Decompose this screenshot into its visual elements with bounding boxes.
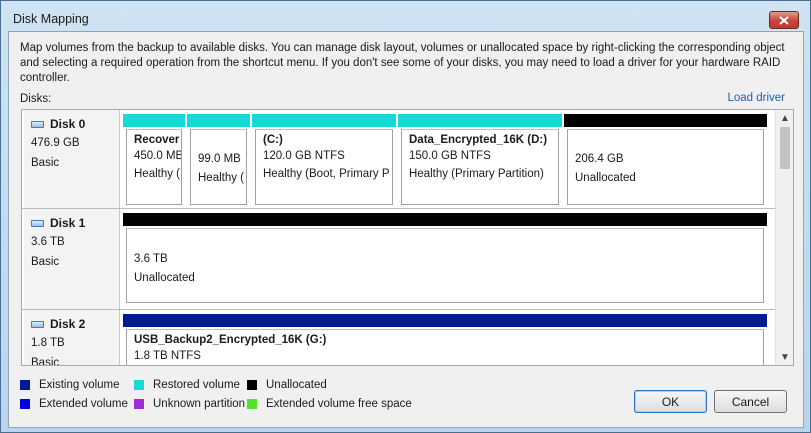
partition-label: Recover [134, 134, 180, 146]
disks-label: Disks: [20, 93, 52, 105]
legend-swatch [134, 380, 144, 390]
disk-mapping-dialog: Disk Mapping Map volumes from the backup… [0, 0, 811, 433]
partition-color-bar [398, 114, 562, 127]
disk-type: Basic [31, 157, 60, 169]
disk-info[interactable]: Disk 0 476.9 GB Basic [24, 110, 120, 208]
partition-size: 150.0 GB NTFS [409, 150, 491, 162]
disk-icon [31, 219, 44, 227]
disk-info[interactable]: Disk 1 3.6 TB Basic [24, 209, 120, 309]
partition-color-bar [123, 314, 767, 327]
title-bar[interactable]: Disk Mapping [1, 1, 810, 31]
legend-swatch [134, 399, 144, 409]
legend-label: Existing volume [39, 379, 120, 391]
close-icon [779, 15, 789, 25]
legend-label: Extended volume [39, 398, 128, 410]
close-button[interactable] [769, 11, 799, 29]
disk-name: Disk 2 [50, 317, 86, 331]
disk-name: Disk 1 [50, 216, 86, 230]
partition-size: 99.0 MB [198, 153, 241, 165]
disk-size: 3.6 TB [31, 236, 65, 248]
scroll-thumb[interactable] [780, 127, 790, 169]
legend-item: Extended volume free space [247, 398, 412, 410]
partition-color-bar [187, 114, 250, 127]
partition-status: Unallocated [575, 172, 636, 184]
load-driver-link[interactable]: Load driver [727, 92, 785, 104]
partition-label: Data_Encrypted_16K (D:) [409, 134, 548, 146]
partition-size: 450.0 MB [134, 150, 182, 162]
partition-label: USB_Backup2_Encrypted_16K (G:) [134, 334, 327, 346]
disk-size: 476.9 GB [31, 137, 80, 149]
legend-item: Existing volume [20, 379, 120, 391]
disk-row-1[interactable]: Disk 1 3.6 TB Basic 3.6 TB Unallocated [22, 209, 775, 309]
legend-item: Unknown partition [134, 398, 245, 410]
partition-status: Healthy ( [198, 172, 245, 184]
partition-c[interactable]: (C:) 120.0 GB NTFS Healthy (Boot, Primary … [252, 114, 396, 208]
partition-system[interactable]: 99.0 MB Healthy ( [187, 114, 250, 208]
partition-status: Healthy (Boot, Primary P [263, 168, 390, 180]
partition-recovery[interactable]: Recover 450.0 MB Healthy ( [123, 114, 185, 208]
partition-status: Unallocated [134, 272, 195, 284]
disk-type: Basic [31, 357, 60, 366]
window-title: Disk Mapping [13, 12, 89, 26]
legend-label: Extended volume free space [266, 398, 412, 410]
legend-swatch [20, 399, 30, 409]
disk-layout-panel: Disk 0 476.9 GB Basic Recover 450.0 MB Hea… [21, 109, 794, 366]
legend-item: Restored volume [134, 379, 240, 391]
partition-size: 1.8 TB NTFS [134, 350, 201, 362]
scroll-down-icon[interactable]: ▼ [776, 349, 793, 365]
dialog-body: Map volumes from the backup to available… [8, 31, 804, 428]
partition-label: (C:) [263, 134, 283, 146]
partition-status: Healthy ( [134, 168, 181, 180]
partition-size: 120.0 GB NTFS [263, 150, 345, 162]
disk-row-0[interactable]: Disk 0 476.9 GB Basic Recover 450.0 MB Hea… [22, 110, 775, 208]
legend-swatch [247, 399, 257, 409]
partition-unallocated[interactable]: 206.4 GB Unallocated [564, 114, 767, 208]
cancel-button[interactable]: Cancel [714, 390, 787, 413]
legend-item: Extended volume [20, 398, 128, 410]
partition-color-bar [123, 114, 185, 127]
disk-icon [31, 120, 44, 128]
partition-color-bar [252, 114, 396, 127]
partition-status: Healthy (Primary Partition) [409, 168, 544, 180]
intro-text: Map volumes from the backup to available… [20, 42, 785, 84]
disk-size: 1.8 TB [31, 337, 65, 349]
legend-swatch [247, 380, 257, 390]
partition-color-bar [123, 213, 767, 226]
legend-swatch [20, 380, 30, 390]
legend-label: Restored volume [153, 379, 240, 391]
disk-info[interactable]: Disk 2 1.8 TB Basic [24, 310, 120, 366]
partition-size: 3.6 TB [134, 253, 168, 265]
legend-label: Unallocated [266, 379, 327, 391]
ok-button[interactable]: OK [634, 390, 707, 413]
scroll-up-icon[interactable]: ▲ [776, 110, 793, 126]
disk-name: Disk 0 [50, 117, 86, 131]
partition-color-bar [564, 114, 767, 127]
partition-g[interactable]: USB_Backup2_Encrypted_16K (G:) 1.8 TB NTF… [123, 314, 767, 365]
legend-item: Unallocated [247, 379, 327, 391]
partition-unallocated[interactable]: 3.6 TB Unallocated [123, 213, 767, 306]
disk-row-2[interactable]: Disk 2 1.8 TB Basic USB_Backup2_Encrypte… [22, 310, 775, 366]
partition-d[interactable]: Data_Encrypted_16K (D:) 150.0 GB NTFS Heal… [398, 114, 562, 208]
disk-icon [31, 320, 44, 328]
disk-type: Basic [31, 256, 60, 268]
vertical-scrollbar[interactable]: ▲ ▼ [775, 110, 793, 365]
partition-size: 206.4 GB [575, 153, 624, 165]
legend-label: Unknown partition [153, 398, 246, 410]
